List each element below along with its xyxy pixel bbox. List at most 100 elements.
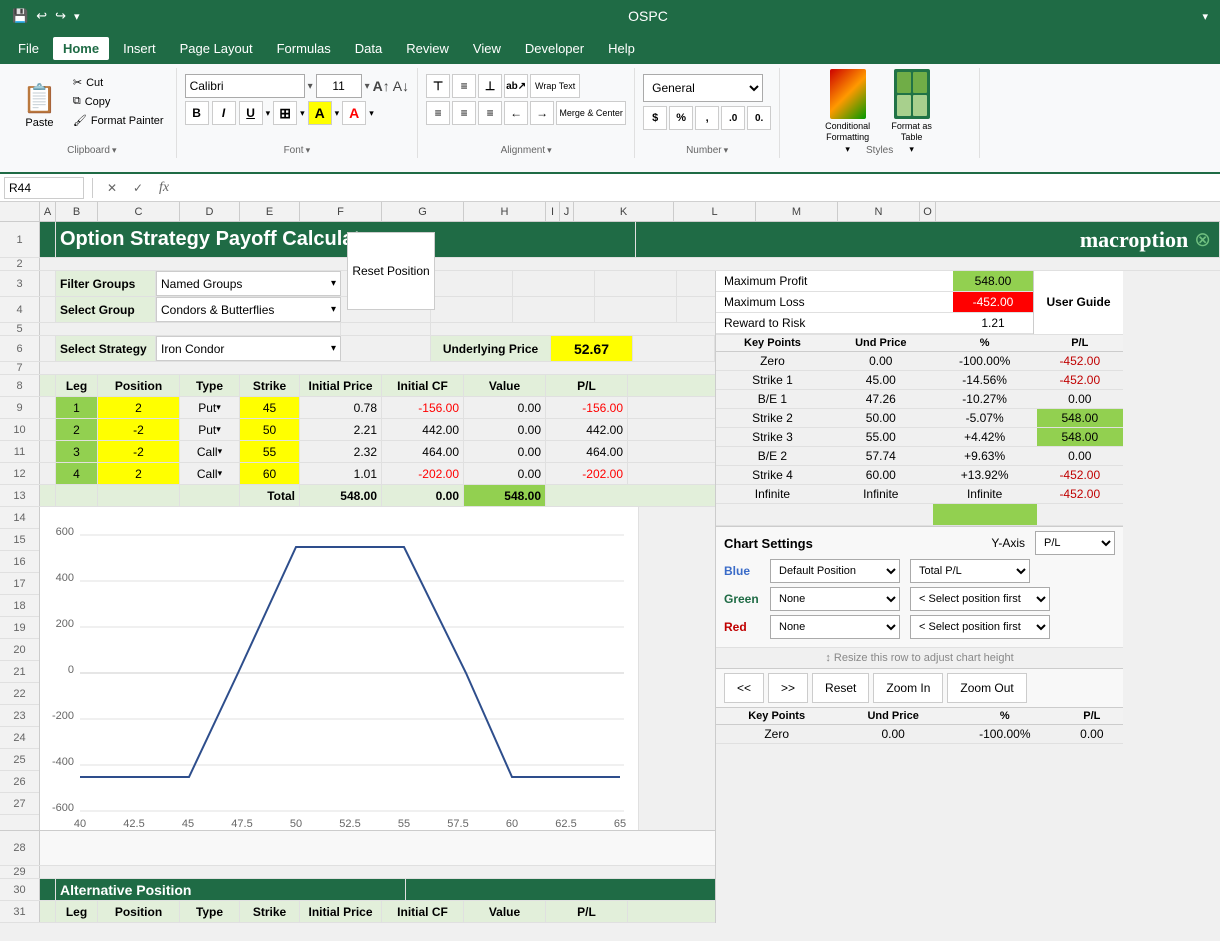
cell-1a[interactable]	[40, 222, 56, 257]
leg-4[interactable]: 4	[56, 463, 98, 484]
pl-1[interactable]: -156.00	[546, 397, 628, 418]
cell-6b[interactable]: Select Strategy	[56, 336, 156, 361]
initial-cf-4[interactable]: -202.00	[382, 463, 464, 484]
underline-button[interactable]: U	[239, 101, 263, 125]
border-button[interactable]: ⊞	[273, 101, 297, 125]
initial-cf-3[interactable]: 464.00	[382, 441, 464, 462]
filter-groups-dropdown-icon[interactable]: ▾	[331, 278, 336, 289]
percent-button[interactable]: %	[669, 106, 693, 130]
number-format-select[interactable]: General	[643, 74, 763, 102]
font-color-dropdown-icon[interactable]: ▾	[369, 108, 374, 119]
cell-4b[interactable]: Select Group	[56, 297, 156, 322]
type-2[interactable]: Put ▾	[180, 419, 240, 440]
font-name-dropdown-icon[interactable]: ▾	[308, 81, 313, 92]
col-header-f[interactable]: F	[300, 202, 382, 221]
cell-6g[interactable]: 52.67	[551, 336, 633, 361]
select-group-dropdown-icon[interactable]: ▾	[331, 304, 336, 315]
wrap-text-button[interactable]: Wrap Text	[530, 74, 580, 98]
type-1[interactable]: Put ▾	[180, 397, 240, 418]
next-next-button[interactable]: >>	[768, 673, 808, 703]
undo-icon[interactable]: ↩	[36, 8, 47, 24]
align-middle-button[interactable]: ≡	[452, 74, 476, 98]
leg-2[interactable]: 2	[56, 419, 98, 440]
align-left-button[interactable]: ≡	[426, 101, 450, 125]
menu-developer[interactable]: Developer	[515, 37, 594, 60]
font-name-input[interactable]	[185, 74, 305, 98]
blue-position-select[interactable]: Default Position	[770, 559, 900, 583]
initial-cf-2[interactable]: 442.00	[382, 419, 464, 440]
align-center-button[interactable]: ≡	[452, 101, 476, 125]
font-size-input[interactable]	[316, 74, 362, 98]
type-1-dropdown[interactable]: ▾	[216, 402, 221, 413]
pl-2[interactable]: 442.00	[546, 419, 628, 440]
initial-price-2[interactable]: 2.21	[300, 419, 382, 440]
cell-reference-input[interactable]	[4, 177, 84, 199]
initial-price-1[interactable]: 0.78	[300, 397, 382, 418]
blue-series-select[interactable]: Total P/L	[910, 559, 1030, 583]
cell-4c[interactable]: Condors & Butterflies ▾	[156, 297, 341, 322]
strike-4[interactable]: 60	[240, 463, 300, 484]
type-3-dropdown[interactable]: ▾	[218, 446, 223, 457]
strike-2[interactable]: 50	[240, 419, 300, 440]
cell-1b-title[interactable]: Option Strategy Payoff Calculator	[56, 222, 636, 257]
select-strategy-dropdown-icon[interactable]: ▾	[331, 343, 336, 354]
fill-color-button[interactable]: A	[308, 101, 332, 125]
insert-function-icon[interactable]: fx	[153, 177, 175, 199]
fill-dropdown-icon[interactable]: ▾	[335, 108, 340, 119]
underline-dropdown-icon[interactable]: ▾	[266, 108, 271, 119]
format-painter-button[interactable]: 🖌 Format Painter	[69, 112, 168, 129]
indent-left-button[interactable]: ←	[504, 101, 528, 125]
menu-home[interactable]: Home	[53, 37, 109, 60]
reset-position-button[interactable]: Reset Position	[347, 232, 435, 310]
font-increase-icon[interactable]: A↑	[373, 78, 390, 94]
decrease-decimal-button[interactable]: 0.	[747, 106, 771, 130]
comma-button[interactable]: ,	[695, 106, 719, 130]
align-top-button[interactable]: ⊤	[426, 74, 450, 98]
type-4[interactable]: Call ▾	[180, 463, 240, 484]
pos-2[interactable]: -2	[98, 419, 180, 440]
menu-data[interactable]: Data	[345, 37, 392, 60]
value-1[interactable]: 0.00	[464, 397, 546, 418]
fmt-table-dropdown[interactable]: ▾	[909, 144, 914, 155]
red-series-select[interactable]: < Select position first	[910, 615, 1050, 639]
increase-decimal-button[interactable]: .0	[721, 106, 745, 130]
user-guide-button[interactable]: User Guide	[1033, 271, 1123, 334]
type-3[interactable]: Call ▾	[180, 441, 240, 462]
menu-help[interactable]: Help	[598, 37, 645, 60]
type-2-dropdown[interactable]: ▾	[216, 424, 221, 435]
zoom-out-button[interactable]: Zoom Out	[947, 673, 1026, 703]
zoom-in-button[interactable]: Zoom In	[873, 673, 943, 703]
menu-insert[interactable]: Insert	[113, 37, 166, 60]
leg-1[interactable]: 1	[56, 397, 98, 418]
strike-3[interactable]: 55	[240, 441, 300, 462]
cell-3c[interactable]: Named Groups ▾	[156, 271, 341, 296]
reset-button[interactable]: Reset	[812, 673, 869, 703]
align-bottom-button[interactable]: ⊥	[478, 74, 502, 98]
cell-3b[interactable]: Filter Groups	[56, 271, 156, 296]
col-header-i[interactable]: I	[546, 202, 560, 221]
font-color-button[interactable]: A	[342, 101, 366, 125]
cell-6c[interactable]: Iron Condor ▾	[156, 336, 341, 361]
col-header-a[interactable]: A	[40, 202, 56, 221]
type-4-dropdown[interactable]: ▾	[218, 468, 223, 479]
menu-review[interactable]: Review	[396, 37, 459, 60]
copy-button[interactable]: ⧉ Copy	[69, 93, 168, 110]
menu-file[interactable]: File	[8, 37, 49, 60]
col-header-b[interactable]: B	[56, 202, 98, 221]
col-header-h[interactable]: H	[464, 202, 546, 221]
cancel-formula-icon[interactable]: ✕	[101, 177, 123, 199]
green-position-select[interactable]: None	[770, 587, 900, 611]
pos-1[interactable]: 2	[98, 397, 180, 418]
pl-4[interactable]: -202.00	[546, 463, 628, 484]
italic-button[interactable]: I	[212, 101, 236, 125]
col-header-n[interactable]: N	[838, 202, 920, 221]
red-position-select[interactable]: None	[770, 615, 900, 639]
font-decrease-icon[interactable]: A↓	[393, 78, 409, 94]
col-header-e[interactable]: E	[240, 202, 300, 221]
green-series-select[interactable]: < Select position first	[910, 587, 1050, 611]
paste-button[interactable]: 📋 Paste	[16, 70, 63, 140]
col-header-l[interactable]: L	[674, 202, 756, 221]
col-header-o[interactable]: O	[920, 202, 936, 221]
formula-input[interactable]	[179, 177, 1216, 199]
cell-6f[interactable]: Underlying Price	[431, 336, 551, 361]
